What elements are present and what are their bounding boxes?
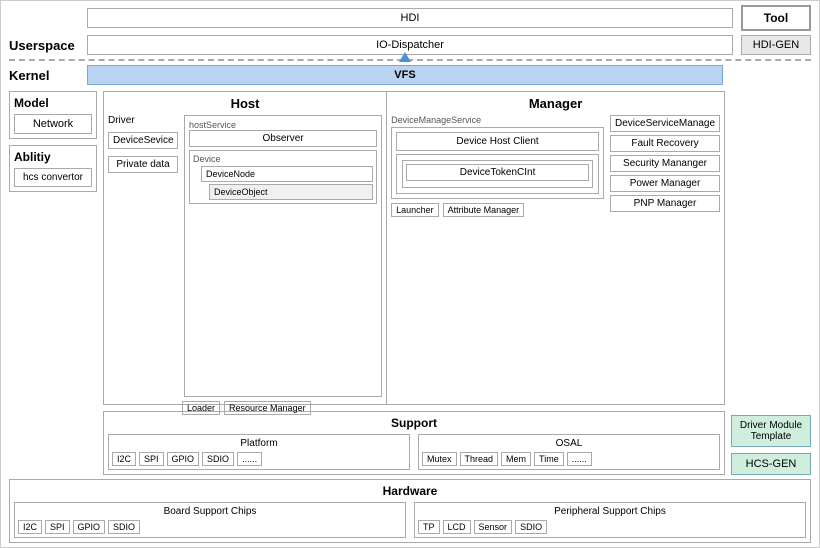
board-spi: SPI <box>45 520 70 534</box>
pnp-manager-box: PNP Manager <box>610 195 720 212</box>
launcher-attr-row: Launcher Attribute Manager <box>391 203 604 217</box>
support-osal: OSAL Mutex Thread Mem Time ...... <box>418 434 720 470</box>
device-object-box: DeviceObject <box>209 184 373 200</box>
support-section: Support Platform I2C SPI GPIO SDIO .....… <box>103 411 725 475</box>
manager-section: Manager DeviceManageService Device Host … <box>387 92 724 404</box>
manager-right: DeviceServiceManage Fault Recovery Secur… <box>610 115 720 397</box>
host-section: Host Driver DeviceSevice Private data ho… <box>104 92 387 404</box>
platform-more: ...... <box>237 452 262 466</box>
host-right: hostService Observer Device DeviceNode D… <box>184 115 382 397</box>
peripheral-tp: TP <box>418 520 440 534</box>
top-row: HDI Tool <box>1 1 819 35</box>
manager-inner: DeviceManageService Device Host Client D… <box>391 115 720 397</box>
hcs-convertor-box: hcs convertor <box>14 168 92 187</box>
power-manager-box: Power Manager <box>610 175 720 192</box>
hostservice-label: hostService <box>189 120 377 130</box>
model-box: Model Network <box>9 91 97 139</box>
device-label: Device <box>193 154 373 164</box>
userspace-label: Userspace <box>9 38 79 53</box>
hdi-gen-button[interactable]: HDI-GEN <box>741 35 811 55</box>
driver-module-template-button[interactable]: Driver Module Template <box>731 415 811 447</box>
host-left: Driver DeviceSevice Private data <box>108 115 178 397</box>
support-platform: Platform I2C SPI GPIO SDIO ...... <box>108 434 410 470</box>
device-host-client-box: Device Host Client <box>396 132 599 151</box>
kernel-label: Kernel <box>9 68 79 83</box>
board-title: Board Support Chips <box>18 506 402 517</box>
center-column: Host Driver DeviceSevice Private data ho… <box>103 91 725 475</box>
platform-i2c: I2C <box>112 452 136 466</box>
right-spacer <box>731 91 811 409</box>
model-title: Model <box>14 96 92 110</box>
peripheral-chips-row: TP LCD Sensor SDIO <box>418 520 802 534</box>
fault-recovery-box: Fault Recovery <box>610 135 720 152</box>
platform-sdio: SDIO <box>202 452 234 466</box>
osal-chips-row: Mutex Thread Mem Time ...... <box>422 452 716 466</box>
tool-box: Tool <box>741 5 811 31</box>
private-data-box: Private data <box>108 156 178 173</box>
kernel-row: Kernel VFS <box>1 63 819 87</box>
platform-spi: SPI <box>139 452 164 466</box>
osal-more: ...... <box>567 452 592 466</box>
hcs-gen-button[interactable]: HCS-GEN <box>731 453 811 475</box>
hw-board: Board Support Chips I2C SPI GPIO SDIO <box>14 502 406 538</box>
content-area: Model Network Ablitiy hcs convertor Host… <box>1 87 819 479</box>
host-inner: Driver DeviceSevice Private data hostSer… <box>108 115 382 397</box>
board-i2c: I2C <box>18 520 42 534</box>
launcher-box: Launcher <box>391 203 439 217</box>
platform-gpio: GPIO <box>167 452 200 466</box>
host-manager-row: Host Driver DeviceSevice Private data ho… <box>103 91 725 405</box>
manager-title: Manager <box>391 96 720 111</box>
peripheral-lcd: LCD <box>443 520 471 534</box>
vfs-bar: VFS <box>87 65 723 85</box>
right-column: Driver Module Template HCS-GEN <box>731 91 811 475</box>
driver-label: Driver <box>108 115 178 126</box>
board-sdio: SDIO <box>108 520 140 534</box>
osal-mem: Mem <box>501 452 531 466</box>
hardware-title: Hardware <box>14 484 806 498</box>
host-title: Host <box>108 96 382 111</box>
board-gpio: GPIO <box>73 520 106 534</box>
peripheral-sdio: SDIO <box>515 520 547 534</box>
ability-box: Ablitiy hcs convertor <box>9 145 97 192</box>
hardware-inner: Board Support Chips I2C SPI GPIO SDIO Pe… <box>14 502 806 538</box>
attribute-manager-box: Attribute Manager <box>443 203 525 217</box>
osal-label: OSAL <box>422 438 716 449</box>
device-node-box: DeviceNode <box>201 166 373 182</box>
platform-label: Platform <box>112 438 406 449</box>
board-chips-row: I2C SPI GPIO SDIO <box>18 520 402 534</box>
hw-peripheral: Peripheral Support Chips TP LCD Sensor S… <box>414 502 806 538</box>
vfs-arrow-icon <box>399 52 411 62</box>
support-inner: Platform I2C SPI GPIO SDIO ...... OSAL M… <box>108 434 720 470</box>
loader-box: Loader <box>182 401 220 415</box>
hdi-bar: HDI <box>87 8 733 28</box>
observer-box: Observer <box>189 130 377 147</box>
main-container: HDI Tool Userspace IO-Dispatcher HDI-GEN… <box>0 0 820 548</box>
resource-manager-box: Resource Manager <box>224 401 311 415</box>
device-service-manage-box: DeviceServiceManage <box>610 115 720 132</box>
device-manage-service-label: DeviceManageService <box>391 115 604 125</box>
osal-mutex: Mutex <box>422 452 457 466</box>
peripheral-title: Peripheral Support Chips <box>418 506 802 517</box>
device-container: Device DeviceNode DeviceObject <box>189 150 377 204</box>
manager-left: DeviceManageService Device Host Client D… <box>391 115 604 397</box>
peripheral-sensor: Sensor <box>474 520 513 534</box>
hardware-section: Hardware Board Support Chips I2C SPI GPI… <box>9 479 811 543</box>
host-bottom: Loader Resource Manager <box>108 401 382 415</box>
osal-thread: Thread <box>460 452 499 466</box>
osal-time: Time <box>534 452 564 466</box>
device-token-clnt-box: DeviceTokenCInt <box>406 164 589 181</box>
left-column: Model Network Ablitiy hcs convertor <box>9 91 97 475</box>
security-manager-box: Security Mananger <box>610 155 720 172</box>
network-box: Network <box>14 114 92 134</box>
ability-title: Ablitiy <box>14 150 92 164</box>
device-service-box: DeviceSevice <box>108 132 178 149</box>
platform-chips-row: I2C SPI GPIO SDIO ...... <box>112 452 406 466</box>
support-title: Support <box>108 416 720 430</box>
